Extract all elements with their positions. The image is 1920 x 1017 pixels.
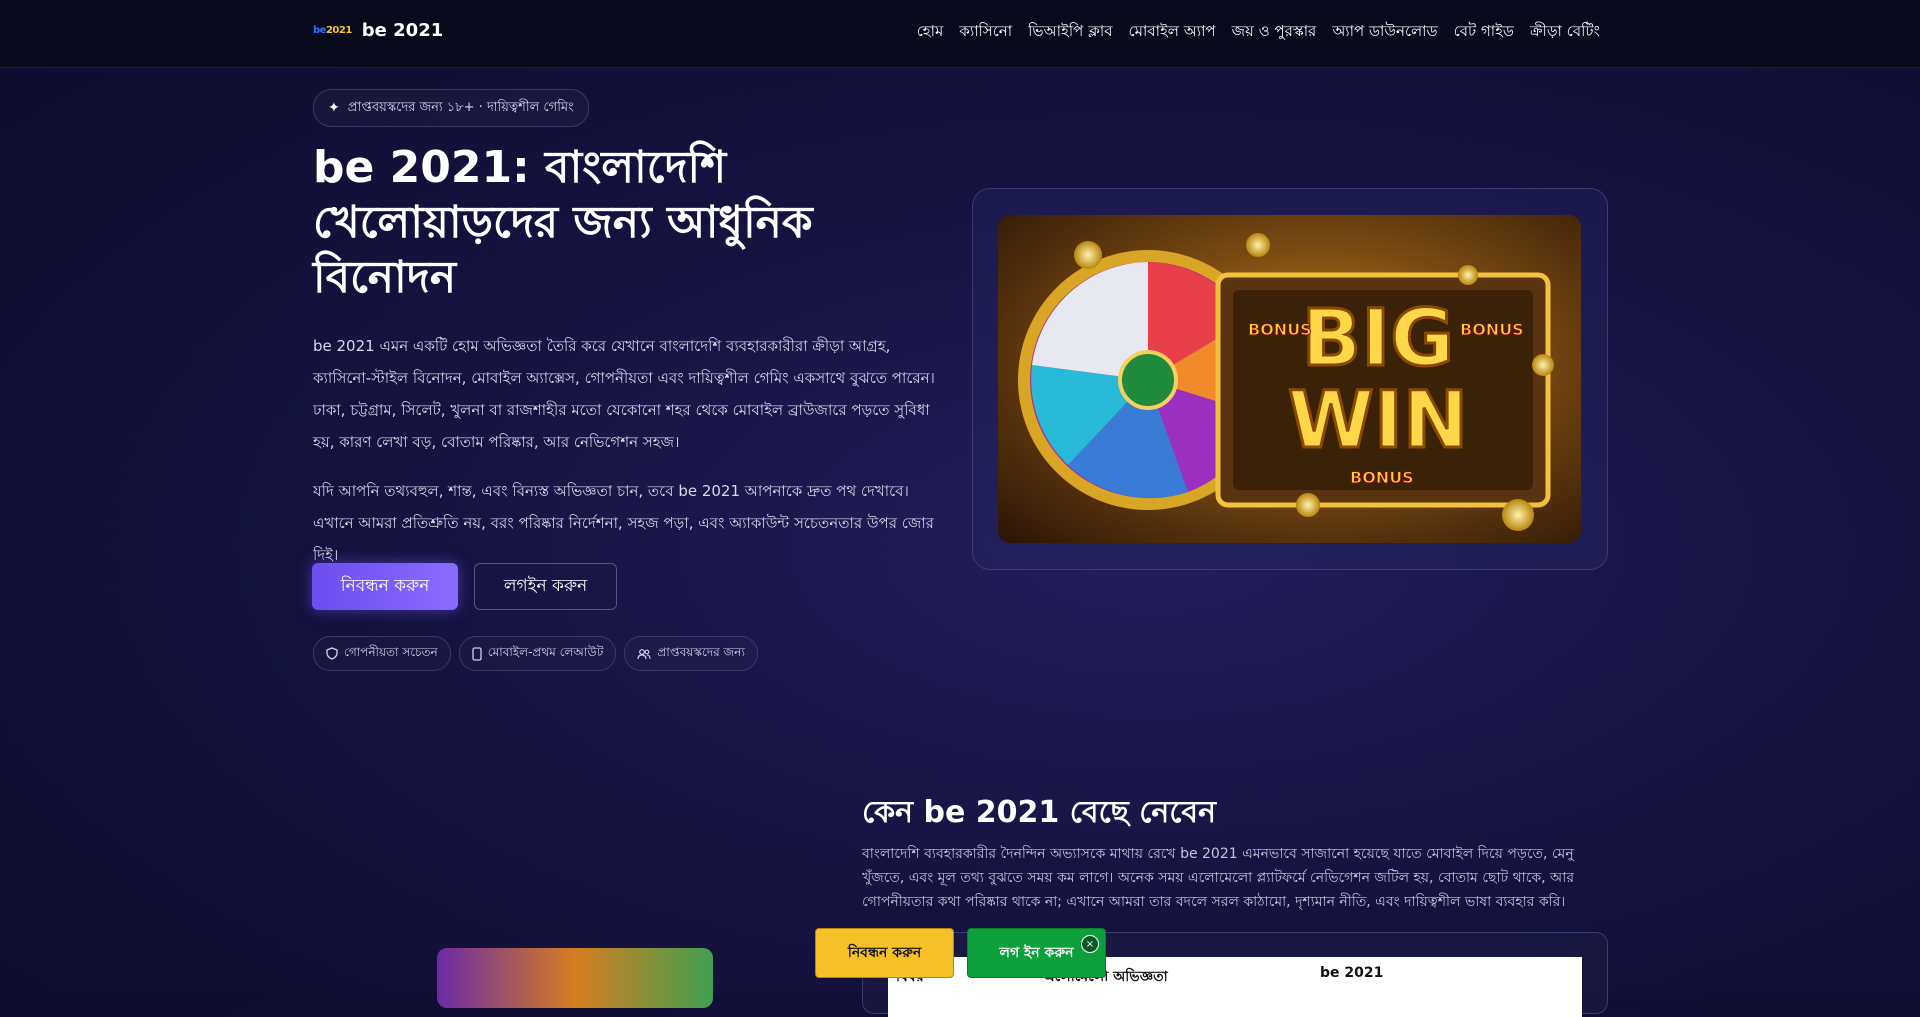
hero-paragraph-2: যদি আপনি তথ্যবহুল, শান্ত, এবং বিন্যস্ত অ… — [313, 482, 934, 564]
chip-adults: প্রাপ্তবয়স্কদের জন্য — [624, 636, 758, 671]
chip-adults-label: প্রাপ্তবয়স্কদের জন্য — [657, 644, 745, 659]
nav-sports-betting[interactable]: ক্রীড়া বেটিং — [1530, 20, 1600, 45]
hero-title: be 2021: বাংলাদেশি খেলোয়াড়দের জন্য আধু… — [313, 142, 813, 303]
top-header: be2021 be 2021 হোম ক্যাসিনো ভিআইপি ক্লাব… — [0, 0, 1920, 68]
sparkle-icon: ✦ — [328, 100, 340, 116]
win-text: WIN — [1288, 376, 1468, 466]
chip-mobile-first: মোবাইল-প্রথম লেআউট — [458, 636, 617, 671]
nav-app-download[interactable]: অ্যাপ ডাউনলোড — [1332, 20, 1437, 45]
nav-casino[interactable]: ক্যাসিনো — [959, 20, 1012, 45]
feature-chips: গোপনীয়তা সচেতন মোবাইল-প্রথম লেআউট প্রাপ… — [313, 636, 758, 671]
why-choose-heading: কেন be 2021 বেছে নেবেন — [862, 795, 1216, 830]
bonus-label-bottom: BONUS — [1350, 468, 1414, 487]
bonus-label-left: BONUS — [1248, 320, 1312, 339]
chip-mobile-label: মোবাইল-প্রথম লেআউট — [487, 644, 604, 659]
main-nav: হোম ক্যাসিনো ভিআইপি ক্লাব মোবাইল অ্যাপ জ… — [917, 20, 1600, 45]
login-button[interactable]: লগইন করুন — [474, 563, 617, 610]
slot-illustration: BIG WIN BONUS BONUS BONUS — [1018, 233, 1554, 531]
floating-register-button[interactable]: নিবন্ধন করুন — [815, 928, 954, 978]
big-win-slot-image: BIG WIN BONUS BONUS BONUS — [998, 215, 1581, 543]
logo[interactable]: be2021 be 2021 — [313, 20, 443, 41]
bonus-label-right: BONUS — [1460, 320, 1524, 339]
hero-image-card: BIG WIN BONUS BONUS BONUS — [972, 188, 1608, 570]
hero-paragraph-1: be 2021 এমন একটি হোম অভিজ্ঞতা তৈরি করে য… — [313, 337, 935, 451]
age-notice-text: প্রাপ্তবয়স্কদের জন্য ১৮+ · দায়িত্বশীল … — [347, 99, 574, 115]
age-notice-pill: ✦ প্রাপ্তবয়স্কদের জন্য ১৮+ · দায়িত্বশী… — [313, 89, 589, 127]
chip-privacy: গোপনীয়তা সচেতন — [313, 636, 451, 671]
big-text: BIG — [1302, 294, 1455, 384]
chip-privacy-label: গোপনীয়তা সচেতন — [344, 644, 438, 659]
nav-wins-rewards[interactable]: জয় ও পুরস্কার — [1232, 20, 1317, 45]
logo-text: be 2021 — [361, 20, 444, 41]
register-button[interactable]: নিবন্ধন করুন — [312, 563, 458, 610]
nav-mobile-app[interactable]: মোবাইল অ্যাপ — [1129, 20, 1216, 45]
logo-mark: be2021 — [313, 25, 352, 36]
games-thumbnail — [437, 948, 713, 1008]
why-choose-text: বাংলাদেশি ব্যবহারকারীর দৈনন্দিন অভ্যাসকে… — [862, 846, 1575, 910]
shield-icon — [326, 647, 338, 660]
nav-bet-guide[interactable]: বেট গাইড — [1454, 20, 1514, 45]
nav-vip-club[interactable]: ভিআইপি ক্লাব — [1028, 20, 1112, 45]
nav-home[interactable]: হোম — [917, 20, 944, 45]
table-header-be2021: be 2021 — [1320, 965, 1384, 981]
mobile-icon — [472, 646, 482, 661]
close-icon[interactable]: × — [1081, 935, 1099, 953]
users-icon — [637, 648, 651, 659]
